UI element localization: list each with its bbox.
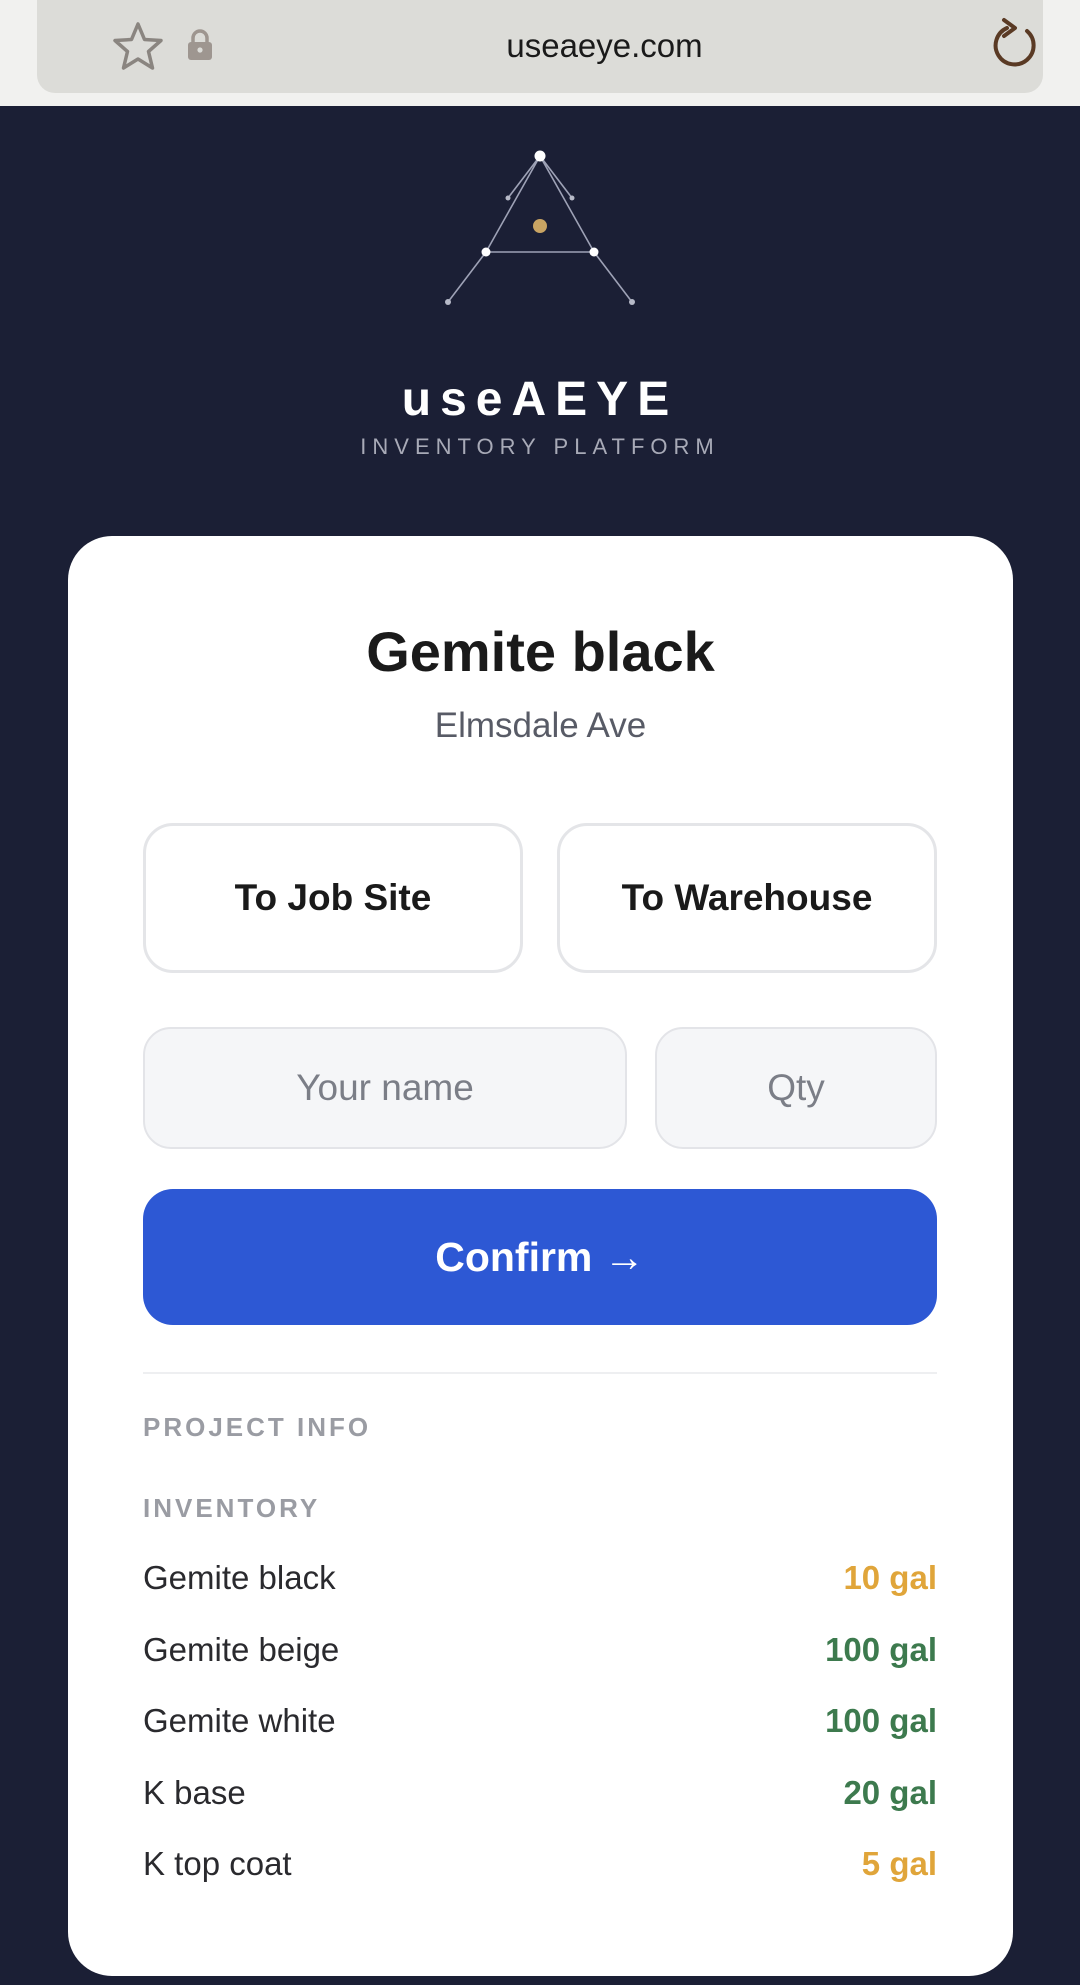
triangle-eye-logo [445,150,635,305]
project-location: Elmsdale Ave [434,706,647,745]
confirm-button[interactable]: Confirm → [143,1189,937,1325]
inventory-item-name: Gemite white [143,1702,336,1739]
qty-input[interactable] [655,1027,937,1149]
inventory-row: K top coat 5 gal [143,1840,937,1888]
inventory-item-name: Gemite beige [143,1631,340,1668]
inventory-row: Gemite white 100 gal [143,1697,937,1745]
inventory-item-qty: 20 gal [843,1774,937,1811]
inventory-item-name: K top coat [143,1845,292,1882]
product-title: Gemite black [366,620,715,683]
inventory-item-qty: 10 gal [843,1559,937,1596]
inventory-item-qty: 100 gal [825,1702,937,1739]
to-job-site-button[interactable]: To Job Site [143,823,523,973]
inventory-heading: INVENTORY [143,1493,321,1523]
lock-icon [188,29,212,60]
brand-tagline: INVENTORY PLATFORM [360,434,720,459]
inventory-item-name: Gemite black [143,1559,336,1596]
inventory-item-qty: 5 gal [861,1845,937,1882]
inventory-item-name: K base [143,1774,246,1811]
divider [143,1372,937,1374]
name-input[interactable] [143,1027,627,1149]
project-info-heading: PROJECT INFO [143,1412,372,1442]
reload-icon[interactable] [989,17,1041,73]
to-warehouse-button[interactable]: To Warehouse [557,823,937,973]
browser-bar: useaeye.com [0,0,1080,106]
inventory-row: Gemite beige 100 gal [143,1626,937,1674]
inventory-row: Gemite black 10 gal [143,1554,937,1602]
inventory-item-qty: 100 gal [825,1631,937,1668]
inventory-row: K base 20 gal [143,1769,937,1817]
star-icon[interactable] [110,19,166,75]
address-bar[interactable]: useaeye.com [37,0,1043,93]
transfer-card: Gemite black Elmsdale Ave To Job Site To… [68,536,1013,1976]
brand-name: useAEYE [401,373,679,426]
url-text[interactable]: useaeye.com [337,22,872,70]
